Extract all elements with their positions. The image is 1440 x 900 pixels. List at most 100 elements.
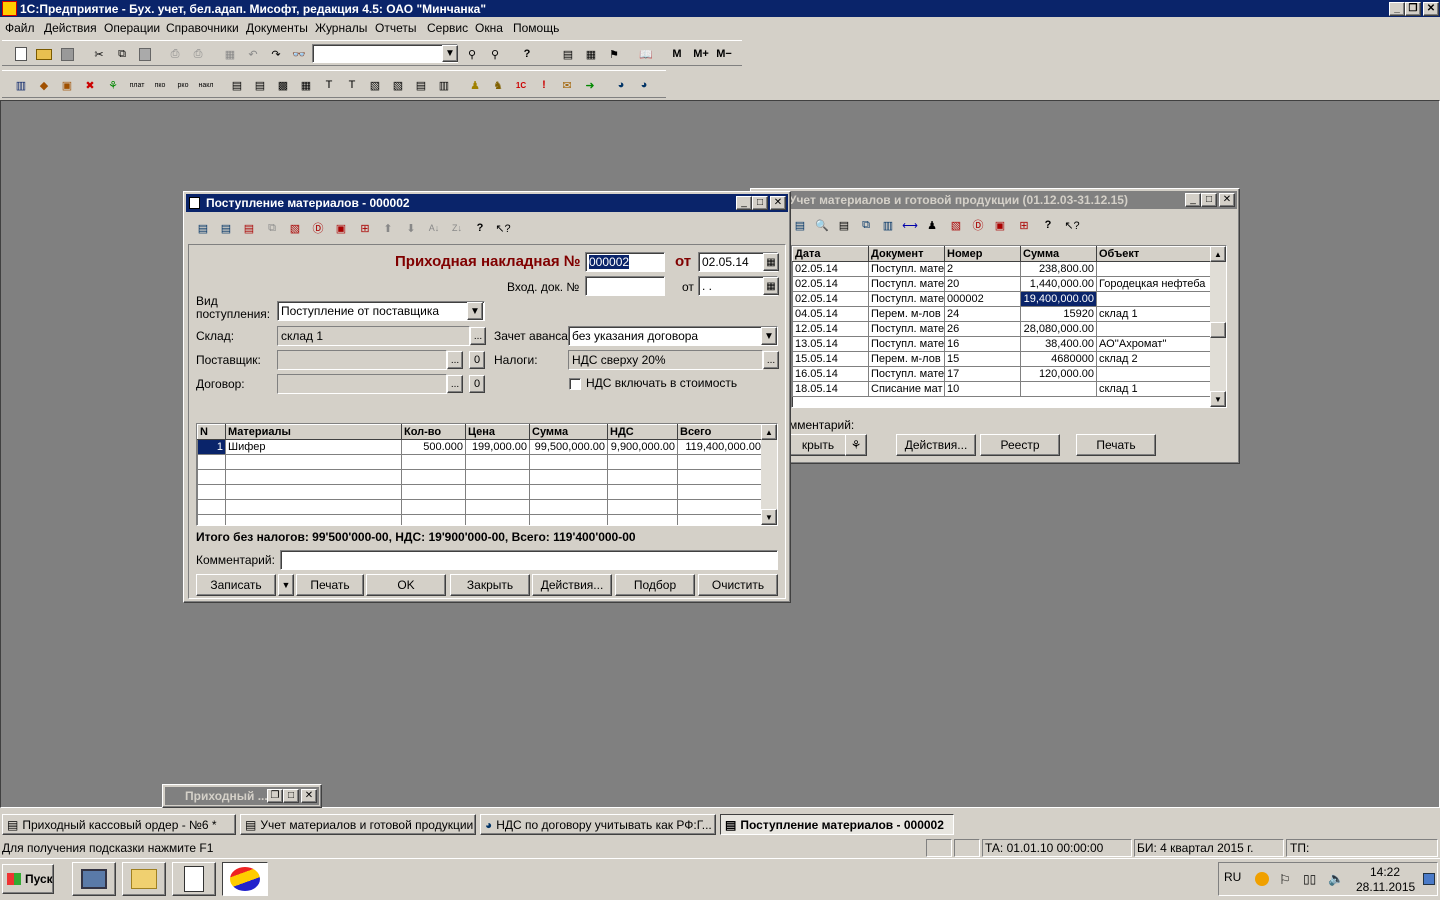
menu-references[interactable]: Справочники [166,19,239,37]
journal-tb2-icon[interactable]: 🔍 [811,214,833,236]
exclamation-icon[interactable]: ! [533,74,555,96]
materials-empty-cell[interactable] [677,469,764,485]
journal-tb11-icon[interactable]: ⊞ [1013,214,1035,236]
sklad-field[interactable]: склад 1 [277,326,470,346]
materials-cell[interactable]: 9,900,000.00 [607,439,678,455]
journal-cell[interactable]: 12.05.14 [792,321,869,337]
plat-doc-icon[interactable]: плат [126,74,148,96]
search-combo[interactable] [312,44,458,63]
tray-flag-icon[interactable]: ⚐ [1279,872,1291,888]
journal-row[interactable]: 02.05.14 Поступл. мате 2 238,800.00 [792,261,1213,277]
materials-empty-cell[interactable] [401,469,466,485]
taskbar-app-1c[interactable] [222,862,268,896]
materials-empty-cell[interactable] [401,454,466,470]
materials-grid[interactable]: N Материалы Кол-во Цена Сумма НДС Всего … [196,423,778,526]
zachet-combo[interactable]: без указания договора [568,326,778,346]
window-tab-1[interactable]: ▤ Приходный кассовый ордер - №6 * [2,814,236,835]
minimized-maximize-button[interactable]: □ [283,789,299,803]
journal-cell[interactable]: 000002 [944,291,1021,307]
materials-empty-cell[interactable] [529,499,608,515]
memory-plus-button[interactable]: М+ [690,43,712,65]
sort-asc-icon[interactable]: A↓ [423,217,445,239]
start-button[interactable]: Пуск [2,864,54,894]
tools-icon[interactable]: ⚑ [603,43,625,65]
journal-cell[interactable]: 10 [944,381,1021,397]
doc-tb-insert-icon[interactable]: ⊞ [354,217,376,239]
journal-cell[interactable]: 18.05.14 [792,381,869,397]
zachet-combo-dropdown[interactable]: ▼ [761,327,777,345]
journal-cell[interactable]: 16 [944,336,1021,352]
doc-tb-journal-icon[interactable]: ▤ [192,217,214,239]
materials-cell[interactable]: 99,500,000.00 [529,439,608,455]
globe-icon[interactable]: ◕ [610,74,632,96]
materials-cell[interactable]: 119,400,000.00 [677,439,764,455]
tray-language[interactable]: RU [1224,870,1241,884]
minimized-window[interactable]: Приходный ... ❐ □ ✕ [162,784,322,808]
materials-empty-row[interactable] [197,499,764,515]
doc-tb-delete-icon[interactable]: Ⓓ [307,217,329,239]
find-prev-icon[interactable]: ⚲ [484,43,506,65]
journal-minimize-button[interactable]: _ [1185,193,1201,207]
journal-close-button[interactable]: ✕ [1219,193,1235,207]
minimize-button[interactable]: _ [1389,2,1405,16]
materials-empty-cell[interactable] [607,454,678,470]
journal-cell[interactable] [1096,321,1213,337]
report5-icon[interactable]: ▥ [433,74,455,96]
materials-empty-cell[interactable] [677,484,764,500]
tray-network-icon[interactable]: ▯▯ [1303,872,1316,886]
materials-empty-cell[interactable] [465,514,530,525]
journal-tb9-icon[interactable]: Ⓓ [967,214,989,236]
date-calendar-button[interactable]: ▦ [763,253,779,271]
materials-scroll-up[interactable]: ▲ [761,424,777,440]
journal-row[interactable]: 13.05.14 Поступл. мате 16 38,400.00 АО''Ахро… [792,336,1213,352]
doc-tb-copy-icon[interactable]: ⧉ [261,217,283,239]
undo-icon[interactable]: ↶ [242,43,264,65]
materials-empty-cell[interactable] [607,514,678,525]
materials-empty-cell[interactable] [225,514,402,525]
journal-cell[interactable]: 38,400.00 [1020,336,1097,352]
postavshik-clear-button[interactable]: 0 [469,351,485,369]
close-button[interactable]: ✕ [1423,2,1439,16]
wizard-icon[interactable]: ◆ [33,74,55,96]
journal-tb4-icon[interactable]: ⧉ [855,214,877,236]
journal-scroll-down[interactable]: ▼ [1210,391,1226,407]
clear-button[interactable]: Очистить [698,574,778,596]
doc-whatsthis-icon[interactable]: ↖? [492,217,514,239]
grid-icon[interactable]: ▩ [272,74,294,96]
materials-empty-cell[interactable] [401,484,466,500]
report-icon[interactable]: ▦ [295,74,317,96]
journal-row[interactable]: 02.05.14 Поступл. мате 20 1,440,000.00 Город… [792,276,1213,292]
menu-file[interactable]: Файл [5,19,35,37]
journal-cell[interactable]: 28,080,000.00 [1020,321,1097,337]
select-button[interactable]: Подбор [615,574,695,596]
dogovor-clear-button[interactable]: 0 [469,375,485,393]
journal-tb7-icon[interactable]: ♟ [921,214,943,236]
find-next-icon[interactable]: ⚲ [461,43,483,65]
menu-operations[interactable]: Операции [104,19,160,37]
journal-cell[interactable]: Перем. м-лов [868,306,945,322]
materials-empty-cell[interactable] [197,469,226,485]
materials-scroll-down[interactable]: ▼ [761,509,777,525]
col-date[interactable]: Дата [792,246,869,262]
window-tab-2[interactable]: ▤ Учет материалов и готовой продукции ... [240,814,476,835]
journal-tb10-icon[interactable]: ▣ [989,214,1011,236]
taskbar-app-3[interactable] [172,862,216,896]
save-dropdown-button[interactable]: ▼ [278,574,294,596]
calculator-icon[interactable]: ▤ [557,43,579,65]
sort-desc-icon[interactable]: Z↓ [446,217,468,239]
journal-cell[interactable] [1096,366,1213,382]
tray-volume-icon[interactable]: 🔈 [1328,871,1344,887]
journal-cell[interactable]: Поступл. мате [868,291,945,307]
materials-empty-cell[interactable] [529,484,608,500]
window-tab-3[interactable]: ◕ НДС по договору учитывать как РФ:Г... [480,814,716,835]
col-sum[interactable]: Сумма [1020,246,1097,262]
journal-row[interactable]: 12.05.14 Поступл. мате 26 28,080,000.00 [792,321,1213,337]
nalogi-field[interactable]: НДС сверху 20% [568,350,763,370]
search-combo-dropdown[interactable]: ▼ [442,45,458,62]
invoice-number-field[interactable]: 000002 [585,252,665,272]
incoming-doc-field[interactable] [585,276,665,296]
materials-scrollbar[interactable]: ▲ ▼ [761,424,777,525]
nds-checkbox[interactable] [569,378,581,390]
envelope-icon[interactable]: ✉ [556,74,578,96]
doc-tb-mark-delete-icon[interactable]: ▧ [284,217,306,239]
